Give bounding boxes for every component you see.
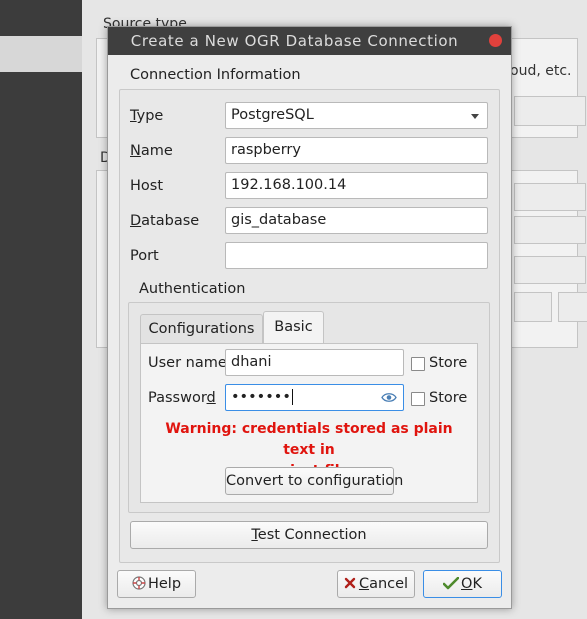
name-label: Name <box>130 143 173 159</box>
eye-icon[interactable] <box>381 392 397 403</box>
store-username-label: Store <box>429 355 468 371</box>
host-input[interactable]: 192.168.100.14 <box>225 172 488 199</box>
help-label: Help <box>147 576 182 592</box>
dialog-title: Create a New OGR Database Connection <box>130 32 459 50</box>
bg-button-2 <box>558 292 587 322</box>
bg-cloud-text: oud, etc. <box>510 63 572 79</box>
warning-line-1: Warning: credentials stored as plain tex… <box>165 421 453 458</box>
cancel-x-icon <box>344 577 356 589</box>
host-label: Host <box>130 178 164 194</box>
ok-label-u: O <box>461 576 473 592</box>
store-username-checkbox[interactable] <box>411 357 425 371</box>
ok-label-rest: K <box>472 576 482 592</box>
type-value: PostgreSQL <box>231 107 314 123</box>
cancel-label-rest: ancel <box>369 576 409 592</box>
authentication-heading: Authentication <box>139 281 246 297</box>
username-label: User name <box>148 355 227 371</box>
tab-configurations[interactable]: Configurations <box>140 314 263 344</box>
username-input[interactable]: dhani <box>225 349 404 376</box>
port-label: Port <box>130 248 159 264</box>
convert-to-configuration-button[interactable]: Convert to configuration <box>225 467 403 495</box>
dialog-titlebar[interactable]: Create a New OGR Database Connection <box>108 27 511 55</box>
password-input[interactable]: ••••••• <box>225 384 404 411</box>
chevron-down-icon <box>471 114 479 119</box>
help-icon <box>132 576 146 590</box>
database-input[interactable]: gis_database <box>225 207 488 234</box>
port-input[interactable] <box>225 242 488 269</box>
name-input[interactable]: raspberry <box>225 137 488 164</box>
help-button[interactable]: Help <box>117 570 196 598</box>
test-connection-button[interactable]: Test Connection <box>130 521 488 549</box>
type-dropdown[interactable]: PostgreSQL <box>225 102 488 129</box>
ogr-connection-dialog: Create a New OGR Database Connection Con… <box>107 26 512 609</box>
cancel-button[interactable]: Cancel <box>337 570 415 598</box>
password-label: Password <box>148 390 216 406</box>
password-value: ••••••• <box>231 389 291 405</box>
bg-field-2 <box>514 183 586 211</box>
cancel-label-u: C <box>358 576 370 592</box>
text-cursor <box>291 389 293 405</box>
bg-field-4 <box>514 256 586 284</box>
ok-button[interactable]: OK <box>423 570 502 598</box>
database-label: Database <box>130 213 200 229</box>
bg-field <box>514 96 586 126</box>
ok-check-icon <box>442 576 460 590</box>
tab-basic[interactable]: Basic <box>263 311 324 344</box>
type-label: Type <box>130 108 164 124</box>
connection-info-heading: Connection Information <box>130 67 301 83</box>
close-button[interactable] <box>489 34 502 47</box>
store-password-label: Store <box>429 390 468 406</box>
bg-field-3 <box>514 216 586 244</box>
background-light-bar <box>0 36 82 72</box>
store-password-checkbox[interactable] <box>411 392 425 406</box>
background-left-panel <box>0 0 82 619</box>
bg-button-1 <box>514 292 552 322</box>
